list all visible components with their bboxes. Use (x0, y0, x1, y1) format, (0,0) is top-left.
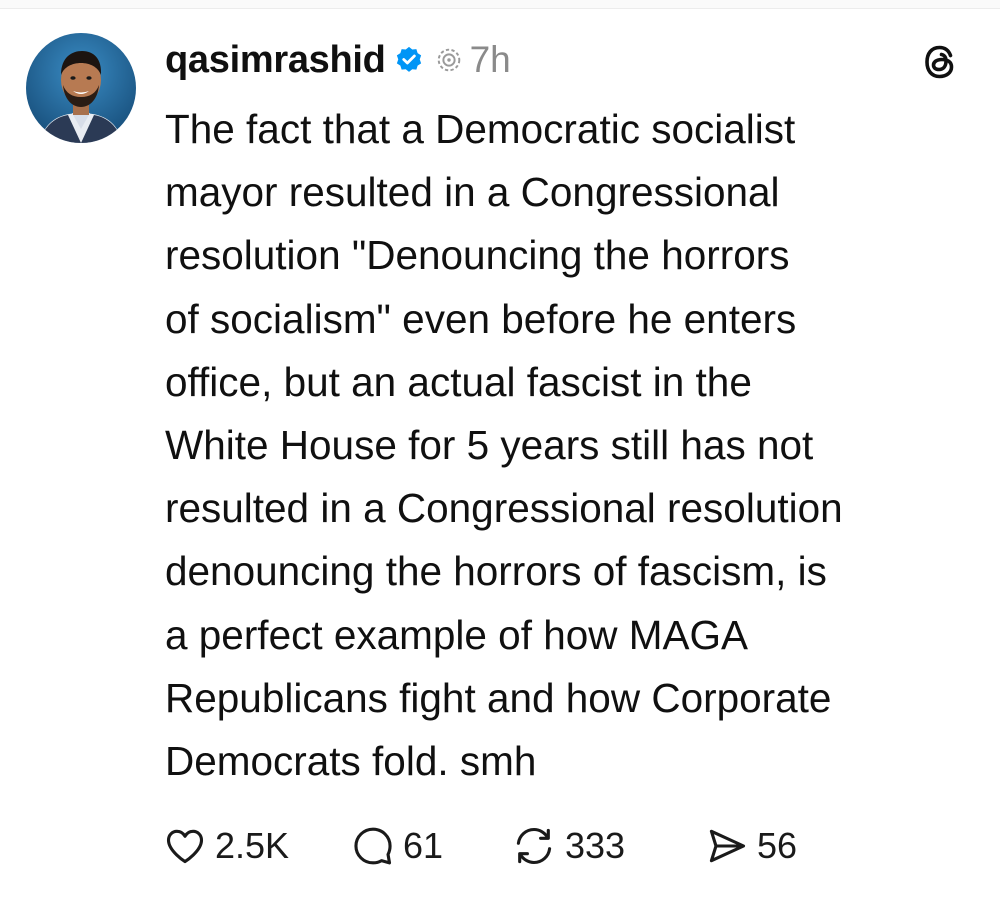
repost-indicator-icon (436, 47, 462, 73)
heart-icon (163, 824, 207, 868)
like-button[interactable]: 2.5K (163, 824, 351, 868)
post-body-line: office, but an actual fascist in the (165, 358, 752, 405)
avatar[interactable] (26, 33, 136, 143)
avatar-photo-icon (26, 33, 136, 143)
share-button[interactable]: 56 (705, 824, 825, 868)
post-body: The fact that a Democratic socialist may… (165, 98, 985, 793)
reply-button[interactable]: 61 (351, 824, 511, 868)
post-body-line: Republicans fight and how Corporate (165, 674, 832, 721)
post-body-line: Democrats fold. smh (165, 738, 537, 785)
post-body-line: resulted in a Congressional resolution (165, 485, 843, 532)
action-bar: 2.5K 61 333 56 (163, 818, 825, 874)
repost-count: 333 (565, 825, 626, 866)
repost-button[interactable]: 333 (511, 824, 705, 868)
threads-logo-icon[interactable] (920, 42, 960, 82)
post-body-line: denouncing the horrors of fascism, is (165, 548, 827, 595)
repost-arrows-icon (511, 824, 557, 868)
post-body-line: a perfect example of how MAGA (165, 611, 749, 658)
post-header: qasimrashid 7h (165, 30, 511, 90)
post-body-line: resolution "Denouncing the horrors (165, 232, 790, 279)
like-count: 2.5K (215, 825, 290, 866)
post-body-line: The fact that a Democratic socialist (165, 106, 796, 152)
share-count: 56 (757, 825, 798, 866)
speech-bubble-icon (351, 824, 395, 868)
verified-badge-icon (394, 45, 424, 75)
username[interactable]: qasimrashid (165, 39, 386, 82)
post-time: 7h (469, 39, 511, 80)
reply-count: 61 (403, 825, 444, 866)
threads-post: qasimrashid 7h The fact that a Democrati… (0, 0, 1000, 902)
post-body-line: of socialism" even before he enters (165, 295, 797, 342)
send-icon (705, 824, 749, 868)
post-body-line: mayor resulted in a Congressional (165, 169, 780, 216)
post-body-line: White House for 5 years still has not (165, 422, 814, 469)
